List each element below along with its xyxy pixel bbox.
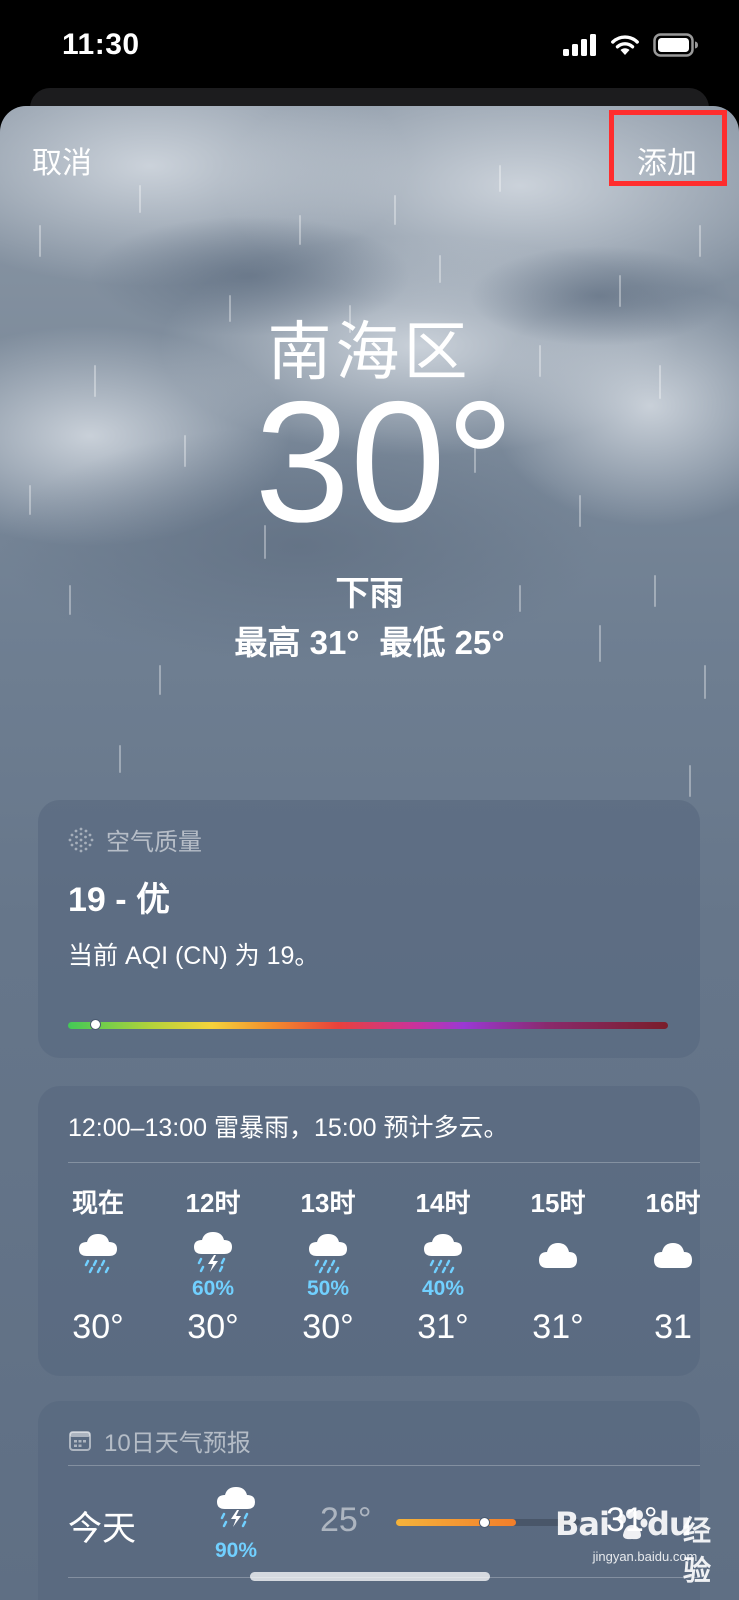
battery-icon <box>653 33 698 57</box>
aqi-scale-marker <box>90 1019 101 1030</box>
forecast-divider <box>68 1465 700 1466</box>
hour-precipitation: 40% <box>421 1277 465 1300</box>
air-quality-title: 空气质量 <box>106 829 202 856</box>
hourly-row[interactable]: 现在 30° 12时 60% 30° 13时 50% 30° 14时 40% 3… <box>38 1186 700 1366</box>
air-quality-card[interactable]: 空气质量 19 - 优 当前 AQI (CN) 为 19。 <box>38 800 700 1058</box>
hour-precipitation <box>40 1276 156 1302</box>
cellular-signal-icon <box>563 34 596 56</box>
hour-precipitation: 50% <box>306 1277 350 1300</box>
hour-label: 15时 <box>530 1188 586 1218</box>
hour-precipitation <box>500 1276 616 1302</box>
status-time: 11:30 <box>62 28 140 61</box>
hour-item: 15时 31° <box>500 1186 616 1347</box>
hour-item: 现在 30° <box>40 1186 156 1347</box>
hour-item: 13时 50% 30° <box>270 1186 386 1347</box>
cloud-icon <box>539 1243 577 1268</box>
forecast-title: 10日天气预报 <box>104 1430 251 1457</box>
day-temperature-range-fill <box>396 1519 516 1526</box>
day-name: 今天 <box>68 1510 136 1548</box>
cloud-rain-icon <box>424 1234 462 1274</box>
screen: 11:30 取消 添加 南海区 30° 下雨 最高 31° 最低 25° 空气质… <box>0 0 739 1600</box>
day-low-temperature: 25° <box>320 1501 372 1539</box>
hour-temperature: 30° <box>187 1308 239 1346</box>
hour-item: 16时 31 <box>615 1186 700 1347</box>
wifi-icon <box>611 35 639 55</box>
hour-precipitation: 60% <box>191 1277 235 1300</box>
day-precipitation: 90% <box>214 1539 258 1562</box>
hour-label: 14时 <box>415 1188 471 1218</box>
watermark-url: jingyan.baidu.com <box>592 1549 698 1564</box>
status-bar: 11:30 <box>0 0 739 95</box>
aqi-description: 当前 AQI (CN) 为 19。 <box>68 942 320 970</box>
home-indicator[interactable] <box>250 1572 490 1581</box>
current-condition: 下雨 <box>335 575 404 613</box>
hour-temperature: 30° <box>72 1308 124 1346</box>
add-button[interactable]: 添加 <box>637 138 697 182</box>
watermark-brand: Bai du <box>555 1505 692 1543</box>
cloud-rain-icon <box>309 1234 347 1274</box>
hour-temperature: 31 <box>654 1308 692 1346</box>
current-temperature: 30° <box>254 366 515 558</box>
hour-label: 现在 <box>71 1188 124 1218</box>
high-low: 最高 31° 最低 25° <box>0 616 739 664</box>
hour-item: 12时 60% 30° <box>155 1186 271 1347</box>
cloud-icon <box>654 1243 692 1268</box>
hour-label: 13时 <box>300 1188 356 1218</box>
hour-label: 12时 <box>185 1188 241 1218</box>
day-temperature-range-bar <box>396 1517 580 1528</box>
hour-label: 16时 <box>645 1188 700 1218</box>
weather-sheet: 取消 添加 南海区 30° 下雨 最高 31° 最低 25° 空气质量 19 -… <box>0 106 739 1600</box>
hour-temperature: 31° <box>532 1308 584 1346</box>
hour-temperature: 30° <box>302 1308 354 1346</box>
status-icons <box>563 33 699 57</box>
cancel-button[interactable]: 取消 <box>32 138 92 182</box>
air-quality-icon <box>68 827 94 852</box>
baidu-watermark: Bai du 经验 jingyan.baidu.com <box>555 1505 735 1586</box>
forecast-header: 10日天气预报 <box>68 1423 251 1458</box>
cloud-rain-icon <box>79 1234 117 1274</box>
cloud-bolt-rain-icon <box>194 1232 232 1273</box>
cloud-bolt-rain-icon <box>217 1487 255 1528</box>
low-temperature: 最低 25° <box>379 624 505 661</box>
hour-temperature: 31° <box>417 1308 469 1346</box>
air-quality-header: 空气质量 <box>68 822 202 857</box>
hourly-summary: 12:00–13:00 雷暴雨，15:00 预计多云。 <box>68 1114 509 1142</box>
high-temperature: 最高 31° <box>234 624 360 661</box>
hourly-forecast-card[interactable]: 12:00–13:00 雷暴雨，15:00 预计多云。 现在 30° 12时 6… <box>38 1086 700 1376</box>
hourly-divider <box>68 1162 700 1163</box>
aqi-value: 19 - 优 <box>68 881 171 919</box>
calendar-icon <box>69 1430 91 1451</box>
hour-precipitation <box>615 1276 700 1302</box>
aqi-scale-bar <box>68 1019 668 1030</box>
current-temperature-marker <box>479 1517 491 1528</box>
hour-item: 14时 40% 31° <box>385 1186 501 1347</box>
